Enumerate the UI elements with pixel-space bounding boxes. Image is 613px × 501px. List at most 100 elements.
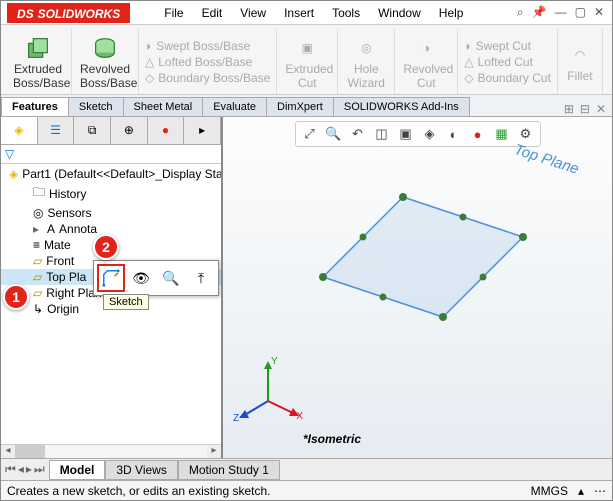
tab-dimxpert[interactable]: DimXpert bbox=[266, 97, 334, 116]
feature-manager-panel: ◈ ☰ ⧉ ⊕ ● ▸ ▽ ◈ Part1 (Default<<Default>… bbox=[1, 117, 223, 458]
sidebar-tab-expand[interactable]: ▸ bbox=[184, 117, 221, 144]
bottom-tab-motion[interactable]: Motion Study 1 bbox=[178, 460, 280, 480]
orientation-triad[interactable]: Y X Z bbox=[233, 356, 303, 426]
lofted-boss-label: Lofted Boss/Base bbox=[158, 55, 252, 69]
swept-boss-button[interactable]: ◗Swept Boss/Base bbox=[145, 39, 270, 53]
plane-icon: ▱ bbox=[33, 254, 42, 268]
tab-addins[interactable]: SOLIDWORKS Add-Ins bbox=[333, 97, 470, 116]
tree-root[interactable]: ◈ Part1 (Default<<Default>_Display State bbox=[1, 166, 221, 182]
minimize-icon[interactable]: — bbox=[555, 5, 567, 20]
extruded-boss-icon bbox=[24, 34, 52, 62]
lofted-cut-icon: △ bbox=[464, 55, 473, 69]
sidebar-tab-display[interactable]: ● bbox=[148, 117, 185, 144]
sidebar-tab-configuration[interactable]: ⧉ bbox=[74, 117, 111, 144]
part-icon: ◈ bbox=[9, 167, 18, 181]
boundary-boss-button[interactable]: ◇Boundary Boss/Base bbox=[145, 71, 270, 85]
lofted-cut-button[interactable]: △Lofted Cut bbox=[464, 55, 551, 69]
boundary-cut-button[interactable]: ◇Boundary Cut bbox=[464, 71, 551, 85]
revolved-cut-label: Revolved Cut bbox=[403, 62, 449, 90]
config-icon: ⧉ bbox=[88, 123, 97, 137]
doc-prev-icon[interactable]: ⊞ bbox=[564, 102, 574, 116]
tree-sensors[interactable]: ◎ Sensors bbox=[1, 205, 221, 221]
filter-icon[interactable]: ▽ bbox=[5, 147, 14, 161]
hole-wizard-button[interactable]: ◎ Hole Wizard bbox=[338, 29, 395, 94]
menu-file[interactable]: File bbox=[156, 4, 191, 22]
window-buttons: ⌕ 📌 — ▢ ✕ bbox=[517, 5, 612, 20]
sidebar-tab-dimxpert[interactable]: ⊕ bbox=[111, 117, 148, 144]
maximize-icon[interactable]: ▢ bbox=[575, 5, 586, 20]
heads-up-toolbar: ⤢ 🔍 ↶ ◫ ▣ ◈ ◐ ● ▦ ⚙ bbox=[295, 121, 541, 147]
menu-insert[interactable]: Insert bbox=[276, 4, 322, 22]
expand-icon[interactable]: ▸ bbox=[33, 222, 43, 236]
appearance-icon: ● bbox=[162, 123, 169, 137]
context-show-button[interactable]: 👁 bbox=[127, 264, 155, 292]
tab-last-icon[interactable]: ⏭ bbox=[34, 462, 45, 477]
context-sketch-button[interactable] bbox=[97, 264, 125, 292]
sidebar-scrollbar[interactable]: ◂ ▸ bbox=[1, 444, 221, 458]
bottom-tab-3dviews[interactable]: 3D Views bbox=[105, 460, 177, 480]
swept-cut-button[interactable]: ◗Swept Cut bbox=[464, 39, 551, 53]
fillet-button[interactable]: ◠ Fillet bbox=[558, 29, 603, 94]
revolved-boss-label: Revolved Boss/Base bbox=[80, 62, 130, 90]
context-normal-to-button[interactable]: ⤒ bbox=[187, 264, 215, 292]
tree-top-plane-label: Top Pla bbox=[46, 270, 86, 284]
chevron-up-icon[interactable]: ▴ bbox=[578, 484, 584, 498]
doc-next-icon[interactable]: ⊟ bbox=[580, 102, 590, 116]
scroll-left-icon[interactable]: ◂ bbox=[1, 445, 15, 458]
lofted-boss-button[interactable]: △Lofted Boss/Base bbox=[145, 55, 270, 69]
view-orientation-icon[interactable]: ▣ bbox=[396, 124, 416, 144]
extruded-boss-button[interactable]: Extruded Boss/Base bbox=[5, 29, 72, 94]
sidebar-tab-property-manager[interactable]: ☰ bbox=[38, 117, 75, 144]
plane-icon: ▱ bbox=[33, 270, 42, 284]
fillet-icon: ◠ bbox=[566, 41, 594, 69]
doc-close-icon[interactable]: ✕ bbox=[596, 102, 606, 116]
hole-wizard-icon: ◎ bbox=[352, 34, 380, 62]
appearance-edit-icon[interactable]: ● bbox=[468, 124, 488, 144]
extruded-cut-label: Extruded Cut bbox=[285, 62, 329, 90]
zoom-fit-icon[interactable]: ⤢ bbox=[300, 124, 320, 144]
scroll-right-icon[interactable]: ▸ bbox=[207, 445, 221, 458]
tree-history[interactable]: 🗀 History bbox=[1, 182, 221, 205]
status-units[interactable]: MMGS bbox=[531, 484, 568, 498]
app-logo: DS SOLIDWORKS bbox=[7, 3, 130, 23]
menu-window[interactable]: Window bbox=[370, 4, 429, 22]
close-icon[interactable]: ✕ bbox=[594, 5, 604, 20]
tab-next-icon[interactable]: ▸ bbox=[26, 462, 32, 477]
status-more-icon[interactable]: ⋯ bbox=[594, 484, 606, 498]
sidebar-tab-feature-tree[interactable]: ◈ bbox=[1, 117, 38, 144]
prev-view-icon[interactable]: ↶ bbox=[348, 124, 368, 144]
top-plane-graphic[interactable] bbox=[293, 167, 543, 337]
tab-evaluate[interactable]: Evaluate bbox=[202, 97, 267, 116]
swept-cut-icon: ◗ bbox=[464, 39, 471, 53]
extruded-boss-label: Extruded Boss/Base bbox=[13, 62, 63, 90]
zoom-area-icon[interactable]: 🔍 bbox=[324, 124, 344, 144]
tab-first-icon[interactable]: ⏮ bbox=[5, 462, 16, 477]
search-icon[interactable]: ⌕ bbox=[517, 5, 524, 20]
bottom-tab-model[interactable]: Model bbox=[49, 460, 106, 480]
revolved-cut-button[interactable]: ◑ Revolved Cut bbox=[395, 29, 458, 94]
context-zoom-button[interactable]: 🔍 bbox=[157, 264, 185, 292]
tab-sketch[interactable]: Sketch bbox=[68, 97, 124, 116]
tree-history-label: History bbox=[49, 187, 86, 201]
extruded-cut-button[interactable]: ▣ Extruded Cut bbox=[277, 29, 338, 94]
scene-icon[interactable]: ▦ bbox=[492, 124, 512, 144]
display-style-icon[interactable]: ◈ bbox=[420, 124, 440, 144]
menu-edit[interactable]: Edit bbox=[194, 4, 231, 22]
scroll-thumb[interactable] bbox=[15, 445, 45, 458]
brand-mark: DS bbox=[17, 7, 34, 21]
tab-prev-icon[interactable]: ◂ bbox=[18, 462, 24, 477]
target-icon: ⊕ bbox=[124, 123, 134, 137]
callout-2: 2 bbox=[93, 234, 119, 260]
menu-tools[interactable]: Tools bbox=[324, 4, 368, 22]
tab-sheet-metal[interactable]: Sheet Metal bbox=[123, 97, 204, 116]
tab-features[interactable]: Features bbox=[1, 97, 69, 116]
graphics-viewport[interactable]: ⤢ 🔍 ↶ ◫ ▣ ◈ ◐ ● ▦ ⚙ Top Plane bbox=[223, 117, 612, 458]
menu-help[interactable]: Help bbox=[431, 4, 472, 22]
menu-view[interactable]: View bbox=[232, 4, 274, 22]
pin-icon[interactable]: 📌 bbox=[532, 5, 547, 20]
hide-show-icon[interactable]: ◐ bbox=[444, 124, 464, 144]
section-view-icon[interactable]: ◫ bbox=[372, 124, 392, 144]
zoom-icon: 🔍 bbox=[158, 264, 184, 292]
revolved-boss-button[interactable]: Revolved Boss/Base bbox=[72, 29, 139, 94]
ribbon-tabs: Features Sketch Sheet Metal Evaluate Dim… bbox=[1, 95, 612, 117]
